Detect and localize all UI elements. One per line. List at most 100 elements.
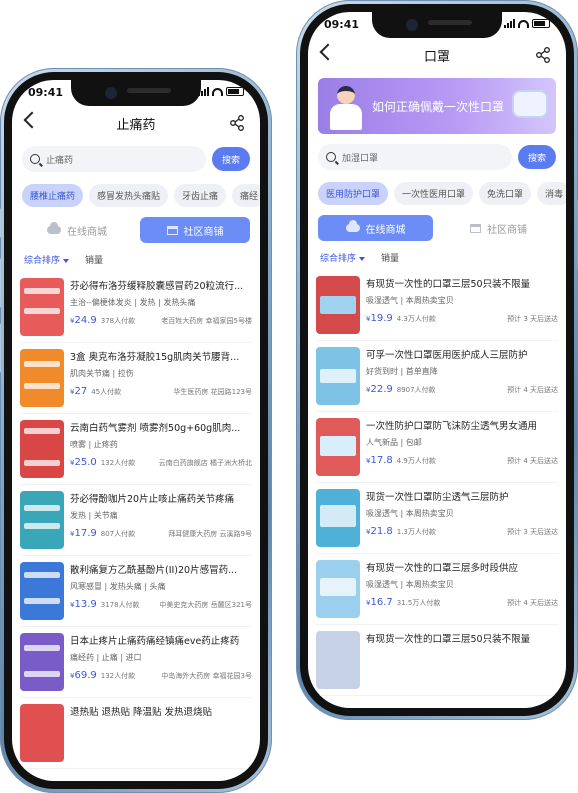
product-tags: 主治--偏梗体发炎 | 发热 | 发热头痛: [70, 298, 196, 307]
product-price: ¥16.7: [366, 597, 393, 608]
store-tabs: 在线商城 社区商铺: [308, 213, 566, 245]
product-item[interactable]: 散利痛复方乙酰基酚片(II)20片感冒药... 风寒感冒 | 发热头痛 | 头痛…: [20, 556, 252, 627]
product-pharmacy: 华生医药房 花园路123号: [173, 388, 252, 396]
product-tags: 发热 | 关节痛: [70, 511, 118, 520]
product-name: 3盒 奥克布洛芬凝胶15g肌肉关节腰背...: [70, 352, 240, 363]
product-eta: 预计 3 天后送达: [507, 528, 558, 536]
chip-category[interactable]: 医用防护口罩: [318, 182, 389, 205]
chip-category[interactable]: 感冒发热头痛贴: [89, 184, 169, 207]
product-item[interactable]: 退热贴 退热贴 降温贴 发热退烧贴: [20, 698, 252, 769]
product-image: [316, 276, 360, 334]
chip-category[interactable]: 腰椎止痛药: [22, 184, 84, 207]
back-icon[interactable]: [319, 43, 337, 61]
camera-icon: [406, 19, 418, 31]
page-title: 口罩: [423, 49, 450, 65]
product-sold: 3178人付款: [100, 601, 140, 609]
product-item[interactable]: 芬必得酚咖片20片止咳止痛药关节疼痛 发热 | 关节痛 ¥17.9 807人付款 拜…: [20, 485, 252, 556]
product-pharmacy: 老百姓大药房 幸福家园5号楼: [161, 317, 252, 325]
status-icons: [504, 19, 550, 28]
product-sold: 45人付款: [91, 388, 122, 396]
product-item[interactable]: 一次性防护口罩防飞沫防尘透气男女通用 人气新品 | 包邮 ¥17.8 4.9万人付…: [316, 412, 558, 483]
sort-sales[interactable]: 销量: [381, 251, 399, 264]
share-icon[interactable]: [534, 46, 552, 64]
product-pharmacy: 拜耳健康大药房 云溪路9号: [168, 530, 252, 538]
product-item[interactable]: 芬必得布洛芬缓释胶囊感冒药20粒流行... 主治--偏梗体发炎 | 发热 | 发…: [20, 272, 252, 343]
product-name: 现货一次性口罩防尘透气三层防护: [366, 492, 509, 503]
left-phone: 09:41 止痛药 止痛药 搜索 腰椎止痛药 感冒发热头痛贴 牙齿止痛 痛经 在…: [0, 68, 272, 793]
search-icon: [30, 154, 40, 164]
product-item[interactable]: 可孚一次性口罩医用医护成人三层防护 好货到时 | 首单直降 ¥22.9 8907人…: [316, 341, 558, 412]
product-sold: 1.3万人付款: [396, 528, 436, 536]
status-icons: [198, 87, 244, 96]
nav-bar: 口罩: [308, 36, 566, 74]
speaker-icon: [127, 88, 171, 93]
right-phone-bezel: 09:41 口罩 如何正确佩戴一次性口罩 加湿口罩 搜索 医用防护口罩 一次性医…: [300, 4, 574, 716]
camera-icon: [105, 87, 117, 99]
tab-community-shop[interactable]: 社区商铺: [140, 217, 250, 243]
page-title: 止痛药: [116, 117, 156, 133]
chip-category[interactable]: 消毒: [537, 182, 566, 205]
product-image: [20, 562, 64, 620]
product-sold: 4.9万人付款: [396, 457, 436, 465]
product-image: [316, 631, 360, 689]
battery-icon: [532, 19, 550, 28]
category-chips: 医用防护口罩 一次性医用口罩 免洗口罩 消毒: [308, 174, 566, 213]
chip-category[interactable]: 一次性医用口罩: [394, 182, 474, 205]
left-phone-volume-down: [0, 323, 1, 373]
chip-category[interactable]: 免洗口罩: [479, 182, 532, 205]
product-name: 退热贴 退热贴 降温贴 发热退烧贴: [70, 707, 213, 718]
search-placeholder: 加湿口罩: [342, 153, 379, 164]
product-item[interactable]: 日本止疼片止痛药痛经镇痛eve药止疼药 痛经药 | 止痛 | 进口 ¥69.9 1…: [20, 627, 252, 698]
search-value: 止痛药: [46, 155, 74, 166]
product-tags: 吸湿透气 | 本周热卖宝贝: [366, 580, 454, 589]
product-price: ¥24.9: [70, 315, 97, 326]
tab-community-shop[interactable]: 社区商铺: [441, 215, 556, 241]
chip-category[interactable]: 牙齿止痛: [174, 184, 227, 207]
doctor-illustration: [326, 82, 366, 130]
product-item[interactable]: 有现货一次性的口罩三层50只装不限量 吸湿透气 | 本周热卖宝贝 ¥19.9 4.…: [316, 270, 558, 341]
product-image: [20, 278, 64, 336]
product-price: ¥25.0: [70, 457, 97, 468]
product-item[interactable]: 3盒 奥克布洛芬凝胶15g肌肉关节腰背... 肌肉关节痛 | 拉伤 ¥27 45人…: [20, 343, 252, 414]
product-item[interactable]: 有现货一次性的口罩三层多时段供应 吸湿透气 | 本周热卖宝贝 ¥16.7 31.5…: [316, 554, 558, 625]
product-item[interactable]: 云南白药气雾剂 喷雾剂50g+60g肌肉... 喷雾 | 止疼药 ¥25.0 13…: [20, 414, 252, 485]
search-input[interactable]: 止痛药: [22, 146, 206, 172]
product-price: ¥17.9: [70, 528, 97, 539]
back-icon[interactable]: [23, 111, 41, 129]
search-input[interactable]: 加湿口罩: [318, 144, 512, 170]
product-image: [316, 560, 360, 618]
product-image: [20, 491, 64, 549]
product-image: [20, 349, 64, 407]
search-button[interactable]: 搜索: [517, 145, 556, 169]
product-pharmacy: 云南白药旗舰店 橘子洲大桥北: [158, 459, 252, 467]
sort-label: 综合排序: [24, 256, 61, 266]
tab-online-mall[interactable]: 在线商城: [318, 215, 433, 241]
mask-guide-banner[interactable]: 如何正确佩戴一次性口罩: [318, 78, 556, 134]
shop-icon: [166, 225, 178, 235]
product-tags: 人气新品 | 包邮: [366, 438, 422, 447]
banner-text: 如何正确佩戴一次性口罩: [372, 99, 505, 114]
product-price: ¥19.9: [366, 313, 393, 324]
tab-online-mall[interactable]: 在线商城: [22, 217, 132, 243]
chip-category[interactable]: 痛经: [232, 184, 260, 207]
sort-comprehensive[interactable]: 综合排序: [320, 251, 366, 264]
product-sold: 4.3万人付款: [396, 315, 436, 323]
search-bar: 止痛药 搜索: [12, 142, 260, 176]
product-tags: 肌肉关节痛 | 拉伤: [70, 369, 134, 378]
sort-sales[interactable]: 销量: [85, 253, 103, 266]
product-list: 芬必得布洛芬缓释胶囊感冒药20粒流行... 主治--偏梗体发炎 | 发热 | 发…: [12, 272, 260, 769]
product-item[interactable]: 有现货一次性的口罩三层50只装不限量: [316, 625, 558, 696]
search-button[interactable]: 搜索: [211, 147, 250, 171]
search-icon: [326, 152, 336, 162]
battery-icon: [226, 87, 244, 96]
product-image: [20, 704, 64, 762]
product-name: 一次性防护口罩防飞沫防尘透气男女通用: [366, 421, 538, 432]
product-item[interactable]: 现货一次性口罩防尘透气三层防护 吸湿透气 | 本周热卖宝贝 ¥21.8 1.3万人…: [316, 483, 558, 554]
product-sold: 31.5万人付款: [396, 599, 441, 607]
product-tags: 吸湿透气 | 本周热卖宝贝: [366, 509, 454, 518]
product-eta: 预计 3 天后送达: [507, 315, 558, 323]
sort-comprehensive[interactable]: 综合排序: [24, 253, 70, 266]
product-eta: 预计 4 天后送达: [507, 457, 558, 465]
share-icon[interactable]: [228, 114, 246, 132]
right-phone-screen: 09:41 口罩 如何正确佩戴一次性口罩 加湿口罩 搜索 医用防护口罩 一次性医…: [308, 12, 566, 708]
